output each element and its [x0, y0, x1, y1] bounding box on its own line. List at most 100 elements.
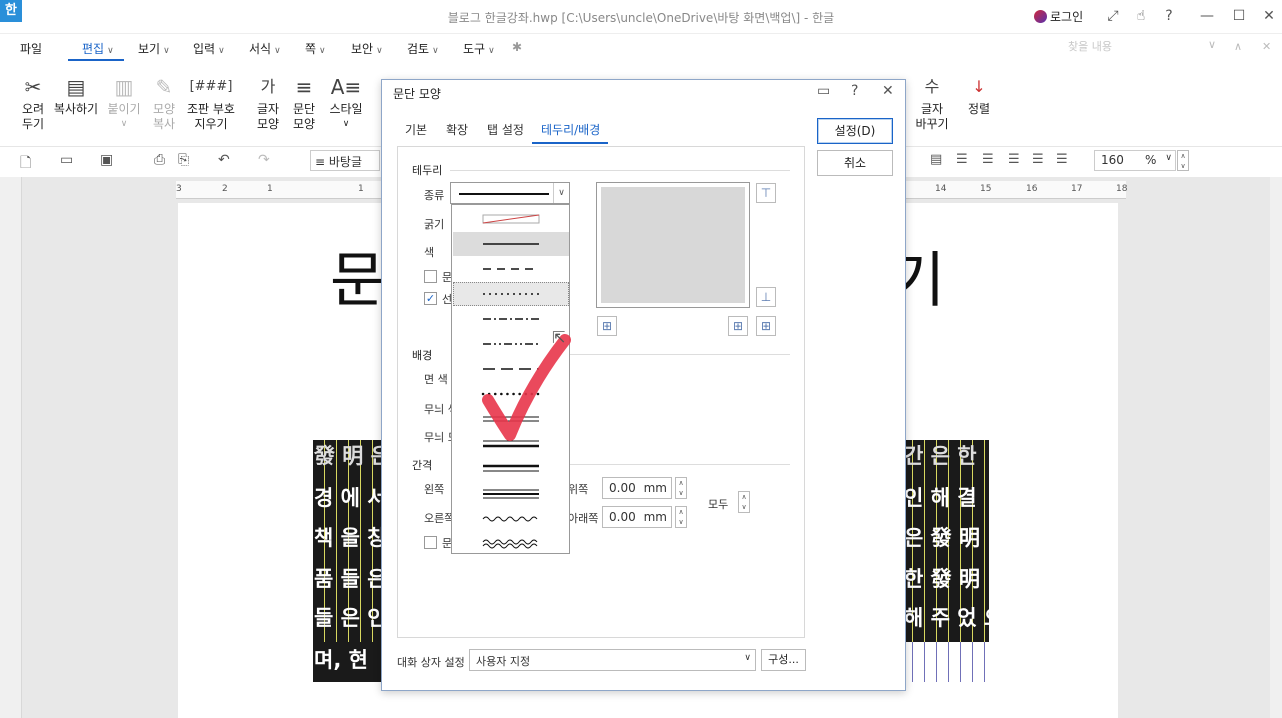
close-doc-icon[interactable]: ✕ [1262, 40, 1271, 53]
border-type-select[interactable]: ∨ [450, 182, 570, 204]
menu-view[interactable]: 보기 ∨ [138, 40, 170, 57]
format-copy-label-2: 복사 [152, 117, 176, 131]
login-label: 로그인 [1050, 10, 1084, 24]
tab-tab-settings[interactable]: 탭 설정 [487, 121, 524, 138]
tab-basic[interactable]: 기본 [405, 121, 427, 138]
print-preview-icon[interactable]: ⎘ [178, 152, 189, 168]
menu-tools[interactable]: 도구 ∨ [463, 40, 495, 57]
char-change-button[interactable]: 수 글자 바꾸기 [910, 72, 954, 132]
layout-code-icon: [###] [189, 79, 233, 94]
config-button[interactable]: 구성... [761, 649, 806, 671]
copy-button[interactable]: ▤ 복사하기 [52, 72, 100, 117]
spacing-top-label: 위쪽 [568, 483, 589, 496]
style-button[interactable]: A≡ 스타일 ∨ [324, 72, 368, 132]
spacing-bottom-stepper[interactable]: ∧ ∨ [675, 506, 687, 528]
format-copy-label-1: 모양 [152, 102, 176, 116]
menu-edit[interactable]: 편집 ∨ [82, 40, 114, 57]
window-title: 블로그 한글강좌.hwp [C:\Users\uncle\OneDrive\바탕… [447, 11, 835, 25]
zoom-select[interactable]: 160% ∨ [1094, 150, 1176, 171]
vertical-scrollbar[interactable] [1270, 177, 1282, 718]
spacing-option-checkbox[interactable] [424, 536, 437, 549]
spacing-bottom-input[interactable]: 0.00 mm [602, 506, 672, 528]
user-icon [1034, 10, 1047, 23]
para-shape-button[interactable]: ≡ 문단 모양 [288, 72, 320, 132]
redo-icon[interactable]: ↷ [258, 152, 270, 168]
menu-format[interactable]: 서식 ∨ [249, 40, 281, 57]
connect-checkbox[interactable]: ✓ [424, 292, 437, 305]
undo-icon[interactable]: ↶ [218, 152, 230, 168]
collapse-icon[interactable]: ⤢ [1102, 6, 1124, 26]
format-copy-button[interactable]: ✎ 모양 복사 [146, 72, 182, 132]
menu-review[interactable]: 검토 ∨ [407, 40, 439, 57]
touch-icon[interactable]: ☝ [1130, 6, 1152, 26]
border-bottom-icon[interactable]: ⊥ [756, 287, 776, 307]
cut-button[interactable]: ✂ 오려 두기 [16, 72, 50, 132]
line-option-none[interactable] [453, 207, 569, 231]
menu-security[interactable]: 보안 ∨ [351, 40, 383, 57]
align-center-icon[interactable]: ☰ [982, 152, 994, 167]
print-icon[interactable]: ⎙ [154, 152, 165, 168]
menu-file[interactable]: 파일 [20, 40, 42, 57]
new-doc-icon[interactable]: 🗋 [20, 152, 31, 176]
line-none-sample [482, 214, 540, 224]
ruler-mark: 14 [935, 184, 947, 194]
dialog-close-icon[interactable]: ✕ [882, 83, 894, 99]
dialog-menu-icon[interactable]: ▭ [817, 83, 830, 99]
login-button[interactable]: 로그인 [1034, 8, 1083, 25]
tab-border-background[interactable]: 테두리/배경 [541, 121, 600, 138]
dialog-setting-value: 사용자 지정 [476, 655, 531, 668]
zoom-stepper[interactable]: ∧ ∨ [1177, 150, 1189, 171]
cancel-button[interactable]: 취소 [817, 150, 893, 176]
menu-input[interactable]: 입력 ∨ [193, 40, 225, 57]
divide-icon[interactable]: ☰ [1056, 152, 1068, 167]
open-folder-icon[interactable]: ▭ [60, 152, 73, 168]
ruler-mark: 3 [176, 184, 182, 194]
line-option-solid[interactable] [453, 232, 569, 256]
background-section-title: 배경 [412, 349, 433, 362]
style-select[interactable]: ≡ 바탕글 [310, 150, 380, 171]
paste-button[interactable]: ▥ 붙이기 ∨ [104, 72, 144, 132]
line-option-thick-thin[interactable] [453, 457, 569, 481]
align-justify-icon[interactable]: ▤ [930, 152, 942, 167]
border-left-icon[interactable]: ⊞ [597, 316, 617, 336]
clear-layout-code-button[interactable]: [###] 조판 부호 지우기 [186, 72, 236, 132]
line-option-double-wave[interactable] [453, 532, 569, 556]
sort-label: 정렬 [967, 102, 991, 116]
save-icon[interactable]: ▣ [100, 152, 113, 168]
style-select-icon: ≡ [315, 155, 329, 169]
help-icon[interactable]: ? [1158, 6, 1180, 26]
sort-button[interactable]: ↓ 정렬 [964, 72, 994, 117]
dialog-setting-select[interactable]: 사용자 지정 ∨ [469, 649, 756, 671]
tab-extended[interactable]: 확장 [446, 121, 468, 138]
border-preview[interactable] [596, 182, 750, 308]
dialog-help-icon[interactable]: ? [851, 83, 858, 99]
spacing-all-stepper[interactable]: ∧ ∨ [738, 491, 750, 513]
close-icon[interactable]: ✕ [1258, 6, 1280, 26]
spacing-top-input[interactable]: 0.00 mm [602, 477, 672, 499]
maximize-icon[interactable]: ☐ [1228, 6, 1250, 26]
search-input[interactable]: 찾을 내용 ∨ [1068, 38, 1218, 58]
puzzle-icon[interactable]: ✱ [512, 40, 522, 54]
active-tab-indicator [532, 142, 608, 144]
line-option-dotted[interactable] [453, 282, 569, 306]
line-option-wave[interactable] [453, 507, 569, 531]
border-right-icon[interactable]: ⊞ [728, 316, 748, 336]
line-option-triple[interactable] [453, 482, 569, 506]
align-right-icon[interactable]: ☰ [1008, 152, 1020, 167]
spacing-top-stepper[interactable]: ∧ ∨ [675, 477, 687, 499]
border-all-icon[interactable]: ⊞ [756, 316, 776, 336]
minimize-icon[interactable]: — [1196, 6, 1218, 26]
align-left-icon[interactable]: ☰ [956, 152, 968, 167]
char-shape-button[interactable]: 가 글자 모양 [252, 72, 284, 132]
zoom-value: 160 [1101, 153, 1124, 167]
cut-label-2: 두기 [21, 117, 45, 131]
face-color-label: 면 색 [424, 373, 448, 386]
distribute-icon[interactable]: ☰ [1032, 152, 1044, 167]
ribbon-collapse-icon[interactable]: ∧ [1234, 40, 1242, 53]
border-option-checkbox[interactable] [424, 270, 437, 283]
border-top-icon[interactable]: ⊤ [756, 183, 776, 203]
menu-page[interactable]: 쪽 ∨ [305, 40, 326, 57]
line-option-dashed[interactable] [453, 257, 569, 281]
ok-button[interactable]: 설정(D) [817, 118, 893, 144]
chevron-down-icon: ∨ [107, 46, 114, 56]
